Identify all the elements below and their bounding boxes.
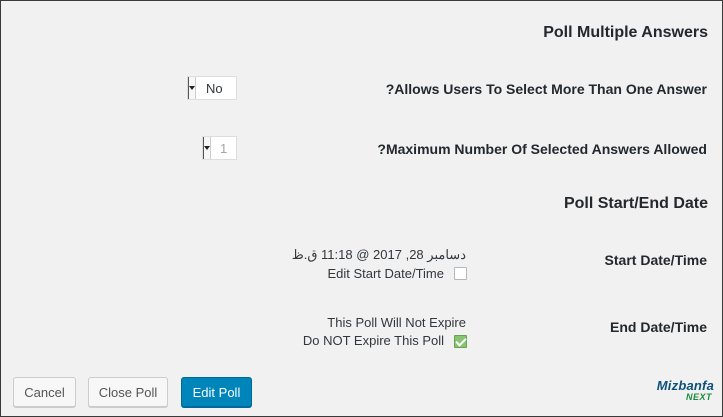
edit-start-date-label: Edit Start Date/Time	[327, 266, 444, 281]
chevron-down-icon	[203, 137, 211, 159]
end-date-label: End Date/Time	[610, 319, 707, 335]
edit-start-date-checkbox[interactable]	[454, 267, 467, 280]
brand-logo: Mizbanfa NEXT	[648, 378, 714, 406]
max-answers-label: ?Maximum Number Of Selected Answers Allo…	[377, 141, 707, 157]
section-title-start-end-date: Poll Start/End Date	[563, 195, 708, 212]
max-answers-select[interactable]: 1	[202, 136, 237, 160]
start-date-value: دسامبر 28, 2017 @ 11:18 ق.ظ	[291, 247, 466, 262]
section-title-multiple-answers: Poll Multiple Answers	[543, 24, 708, 41]
allow-multiple-value: No	[206, 80, 223, 96]
max-answers-value: 1	[220, 140, 228, 156]
cancel-button[interactable]: Cancel	[13, 377, 76, 407]
brand-logo-text: Mizbanfa	[656, 378, 714, 393]
poll-edit-panel: Poll Multiple Answers ?Allows Users To S…	[0, 0, 723, 417]
allow-multiple-label: ?Allows Users To Select More Than One An…	[385, 81, 707, 97]
no-expire-checkbox[interactable]	[454, 335, 467, 348]
close-poll-button[interactable]: Close Poll	[88, 377, 168, 407]
edit-poll-button[interactable]: Edit Poll	[181, 377, 252, 407]
no-expire-label: Do NOT Expire This Poll	[302, 333, 444, 348]
chevron-down-icon	[188, 77, 196, 99]
end-date-value: This Poll Will Not Expire	[327, 315, 466, 330]
start-date-label: Start Date/Time	[604, 252, 707, 268]
allow-multiple-select[interactable]: No	[187, 76, 237, 100]
brand-logo-subtext: NEXT	[685, 392, 712, 402]
